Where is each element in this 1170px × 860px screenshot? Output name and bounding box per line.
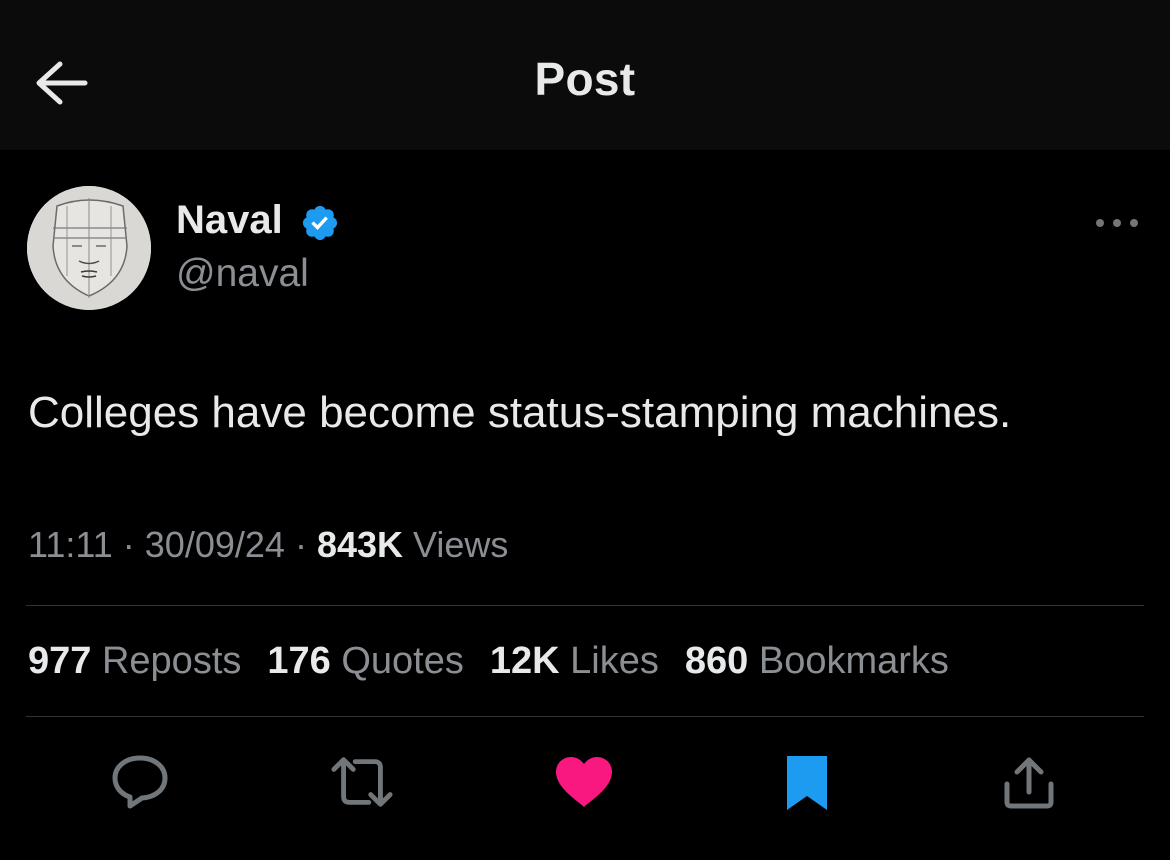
avatar-sketch-image bbox=[27, 186, 151, 310]
divider bbox=[26, 605, 1144, 606]
likes-stat[interactable]: 12K Likes bbox=[490, 640, 659, 683]
quotes-count: 176 bbox=[267, 640, 331, 682]
more-dots-icon bbox=[1096, 219, 1138, 227]
author-name[interactable]: Naval bbox=[176, 198, 283, 243]
verified-badge-icon bbox=[302, 205, 338, 241]
bookmark-button[interactable] bbox=[775, 750, 839, 814]
share-icon bbox=[1004, 757, 1054, 809]
repost-icon bbox=[331, 757, 393, 807]
post-meta: 11:11 · 30/09/24 · 843K Views bbox=[28, 524, 508, 566]
bookmarks-stat[interactable]: 860 Bookmarks bbox=[685, 640, 949, 683]
engagement-stats: 977 Reposts 176 Quotes 12K Likes 860 Boo… bbox=[28, 640, 949, 683]
divider bbox=[26, 716, 1144, 717]
likes-count: 12K bbox=[489, 640, 560, 682]
page-title: Post bbox=[534, 53, 636, 105]
views-label: Views bbox=[413, 524, 509, 565]
views-count: 843K bbox=[316, 524, 404, 565]
reply-icon bbox=[112, 755, 168, 809]
reposts-count: 977 bbox=[28, 640, 92, 682]
post-date[interactable]: 30/09/24 bbox=[145, 524, 285, 565]
bookmarks-count: 860 bbox=[684, 640, 749, 682]
meta-separator: · bbox=[294, 524, 307, 565]
post-text: Colleges have become status-stamping mac… bbox=[28, 388, 1012, 437]
quotes-label: Quotes bbox=[341, 640, 464, 682]
bookmark-icon bbox=[787, 756, 827, 810]
author-handle[interactable]: @naval bbox=[176, 252, 309, 296]
repost-button[interactable] bbox=[330, 750, 394, 814]
avatar[interactable] bbox=[27, 186, 151, 310]
likes-label: Likes bbox=[570, 640, 659, 682]
quotes-stat[interactable]: 176 Quotes bbox=[267, 640, 464, 683]
top-bar: Post bbox=[0, 0, 1170, 150]
reposts-label: Reposts bbox=[101, 640, 242, 682]
reposts-stat[interactable]: 977 Reposts bbox=[28, 640, 241, 683]
share-button[interactable] bbox=[997, 750, 1061, 814]
heart-icon bbox=[556, 757, 612, 807]
post-time[interactable]: 11:11 bbox=[28, 524, 113, 565]
bookmarks-label: Bookmarks bbox=[758, 640, 949, 682]
reply-button[interactable] bbox=[108, 750, 172, 814]
more-options-button[interactable] bbox=[1092, 208, 1142, 238]
like-button[interactable] bbox=[552, 750, 616, 814]
meta-separator: · bbox=[122, 524, 135, 565]
